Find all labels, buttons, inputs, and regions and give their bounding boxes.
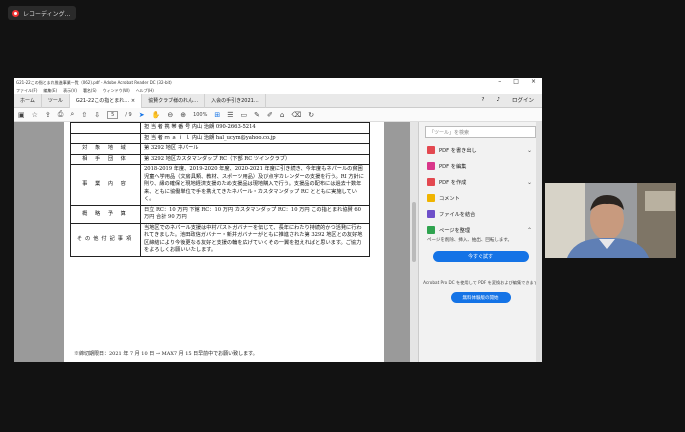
table-row: 概 略 予 算 日立 RC：10 万円 下館 RC：10 万円 カスタマンダップ… [70, 204, 370, 224]
record-icon [12, 9, 19, 17]
fit-page-icon[interactable]: ⊞ [214, 111, 220, 119]
bookmark-icon[interactable]: ☆ [32, 111, 38, 119]
row-label: その他付記事項 [70, 222, 141, 257]
bell-icon[interactable]: ♪ [496, 97, 500, 103]
signin-button[interactable]: ログイン [512, 96, 534, 104]
row-label: 事 業 内 容 [70, 164, 141, 206]
deadline-note: ※締切期限日：2021 年 7 月 10 日 → MAX7 月 15 日早前中で… [74, 351, 258, 357]
row-value: 担 当 者 ｍ ａ ｉ ｌ 内山 治朗 hal_ucym@yahoo.co.jp [140, 132, 370, 145]
pen-icon[interactable]: ✎ [254, 111, 260, 119]
scrollbar-thumb[interactable] [412, 202, 416, 262]
stamp-icon[interactable]: ⌂ [280, 111, 284, 119]
page-number-input[interactable]: 5 [107, 110, 119, 119]
tool-label: PDF を作成 [439, 179, 467, 186]
tool-label: PDF を書き出し [439, 147, 477, 154]
row-label: 対 象 地 域 [70, 143, 141, 155]
tab-tools[interactable]: ツール [42, 93, 70, 108]
page-down-icon[interactable]: ⇩ [94, 111, 100, 119]
page-count: / 9 [125, 111, 132, 118]
participant-video[interactable] [545, 183, 676, 258]
document-area[interactable]: 担 当 者 携 帯 番 号 内山 治朗 090-2663-5214 担 当 者 … [14, 122, 418, 362]
row-value: 日立 RC：10 万円 下館 RC：10 万円 カスタマンダップ RC：10 万… [140, 204, 370, 224]
try-now-button[interactable]: 今すぐ試す [432, 250, 529, 262]
create-pdf-icon [427, 178, 435, 186]
meeting-stage: レコーディング... G21-22この指とまれ推進事業一覧（062).pdf -… [0, 0, 685, 432]
scroll-mode-icon[interactable]: ☰ [227, 111, 233, 119]
row-label [70, 132, 141, 145]
pro-note: Acrobat Pro DC を使用して PDF を変換および編集できます [423, 279, 538, 285]
start-trial-button[interactable]: 無料体験版の開始 [450, 292, 511, 304]
pdf-page: 担 当 者 携 帯 番 号 内山 治朗 090-2663-5214 担 当 者 … [64, 122, 384, 362]
form-table: 担 当 者 携 帯 番 号 内山 治朗 090-2663-5214 担 当 者 … [70, 122, 370, 257]
tools-pane: 「ツール」を検索 PDF を書き出し ⌄ PDF を編集 PDF を作成 ⌄ コ… [418, 122, 542, 362]
zoom-in-icon[interactable]: ⊕ [180, 111, 186, 119]
tool-comment[interactable]: コメント [419, 190, 542, 206]
row-label: 相 手 団 体 [70, 153, 141, 166]
highlight-icon[interactable]: ✐ [267, 111, 273, 119]
tool-label: ページを整理 [439, 227, 471, 234]
page-up-icon[interactable]: ⇧ [81, 111, 87, 119]
search-icon[interactable]: ⌕ [70, 110, 74, 119]
tab-document-3[interactable]: 入会の手引き2021… [205, 93, 266, 108]
chevron-up-icon[interactable]: ⌃ [527, 227, 532, 234]
table-row: 担 当 者 ｍ ａ ｉ ｌ 内山 治朗 hal_ucym@yahoo.co.jp [70, 132, 370, 145]
comment-icon[interactable]: ▭ [241, 111, 248, 119]
tool-export-pdf[interactable]: PDF を書き出し ⌄ [419, 142, 542, 158]
organize-description: ページを削除、挿入、抽出、回転します。 [427, 238, 512, 243]
tool-combine-files[interactable]: ファイルを結合 [419, 206, 542, 222]
trash-icon[interactable]: ⌫ [291, 111, 301, 119]
tool-label: PDF を編集 [439, 163, 467, 170]
print-icon[interactable]: ⎙ [58, 110, 64, 119]
tool-create-pdf[interactable]: PDF を作成 ⌄ [419, 174, 542, 190]
row-label: 概 略 予 算 [70, 204, 141, 224]
save-icon[interactable]: ▣ [18, 111, 25, 119]
zoom-level[interactable]: 100% [193, 112, 207, 118]
recording-label: レコーディング... [23, 10, 71, 18]
shared-screen: G21-22この指とまれ推進事業一覧（062).pdf - Adobe Acro… [14, 78, 542, 362]
row-value: 担 当 者 携 帯 番 号 内山 治朗 090-2663-5214 [140, 122, 370, 134]
window-title: G21-22この指とまれ推進事業一覧（062).pdf - Adobe Acro… [16, 79, 172, 85]
help-icon[interactable]: ? [482, 97, 485, 103]
pane-scrollbar[interactable] [536, 122, 542, 362]
participant-video-image [545, 183, 676, 258]
row-label [70, 122, 141, 134]
table-row: 対 象 地 域 第 3292 地区 ネパール [70, 143, 370, 155]
row-value: 第 3292 地区 ネパール [140, 143, 370, 155]
row-value: 2018-2019 年度、2019-2020 年度、2020-2021 年度に引… [140, 164, 370, 206]
tool-organize-pages[interactable]: ページを整理 ⌃ [419, 222, 542, 238]
table-row: その他付記事項 当地区でのネパール支援は中村パストガバナーを伝じて、長年にわたり… [70, 222, 370, 257]
tool-label: コメント [439, 195, 460, 202]
minimize-button[interactable]: – [498, 78, 501, 85]
select-cursor-icon[interactable]: ➤ [139, 111, 145, 119]
table-row: 相 手 団 体 第 3292 地区カスタマンダップ RC（下部 RC ツインクラ… [70, 153, 370, 166]
vertical-scrollbar[interactable] [410, 122, 418, 362]
edit-pdf-icon [427, 162, 435, 170]
tool-label: ファイルを結合 [439, 211, 476, 218]
chevron-down-icon[interactable]: ⌄ [527, 147, 532, 154]
toolbar: ▣ ☆ ⇪ ⎙ ⌕ ⇧ ⇩ 5 / 9 ➤ ✋ ⊖ ⊕ 100% ⊞ ☰ ▭ ✎… [14, 108, 542, 122]
table-row: 事 業 内 容 2018-2019 年度、2019-2020 年度、2020-2… [70, 164, 370, 206]
maximize-button[interactable]: □ [513, 78, 519, 85]
chevron-down-icon[interactable]: ⌄ [527, 179, 532, 186]
row-value: 当地区でのネパール支援は中村パストガバナーを伝じて、長年にわたり持続的かつ活発に… [140, 222, 370, 257]
close-button[interactable]: × [531, 78, 536, 85]
rotate-icon[interactable]: ↻ [308, 111, 314, 119]
table-row: 担 当 者 携 帯 番 号 内山 治朗 090-2663-5214 [70, 122, 370, 134]
tab-document-2[interactable]: 協賛クラブ様のれん… [142, 93, 206, 108]
row-value: 第 3292 地区カスタマンダップ RC（下部 RC ツインクラブ） [140, 153, 370, 166]
export-pdf-icon [427, 146, 435, 154]
recording-indicator[interactable]: レコーディング... [8, 6, 77, 20]
tab-bar: ホーム ツール G21-22この指とまれ… × 協賛クラブ様のれん… 入会の手引… [14, 93, 542, 108]
tab-document-1[interactable]: G21-22この指とまれ… × [69, 93, 143, 108]
organize-pages-icon [427, 226, 435, 234]
upload-icon[interactable]: ⇪ [45, 111, 51, 119]
tools-search-input[interactable]: 「ツール」を検索 [425, 126, 536, 138]
hand-tool-icon[interactable]: ✋ [152, 111, 161, 119]
window-titlebar: G21-22この指とまれ推進事業一覧（062).pdf - Adobe Acro… [14, 78, 542, 87]
combine-files-icon [427, 210, 435, 218]
zoom-out-icon[interactable]: ⊖ [167, 111, 173, 119]
comment-tool-icon [427, 194, 435, 202]
tab-home[interactable]: ホーム [14, 93, 42, 108]
tool-edit-pdf[interactable]: PDF を編集 [419, 158, 542, 174]
